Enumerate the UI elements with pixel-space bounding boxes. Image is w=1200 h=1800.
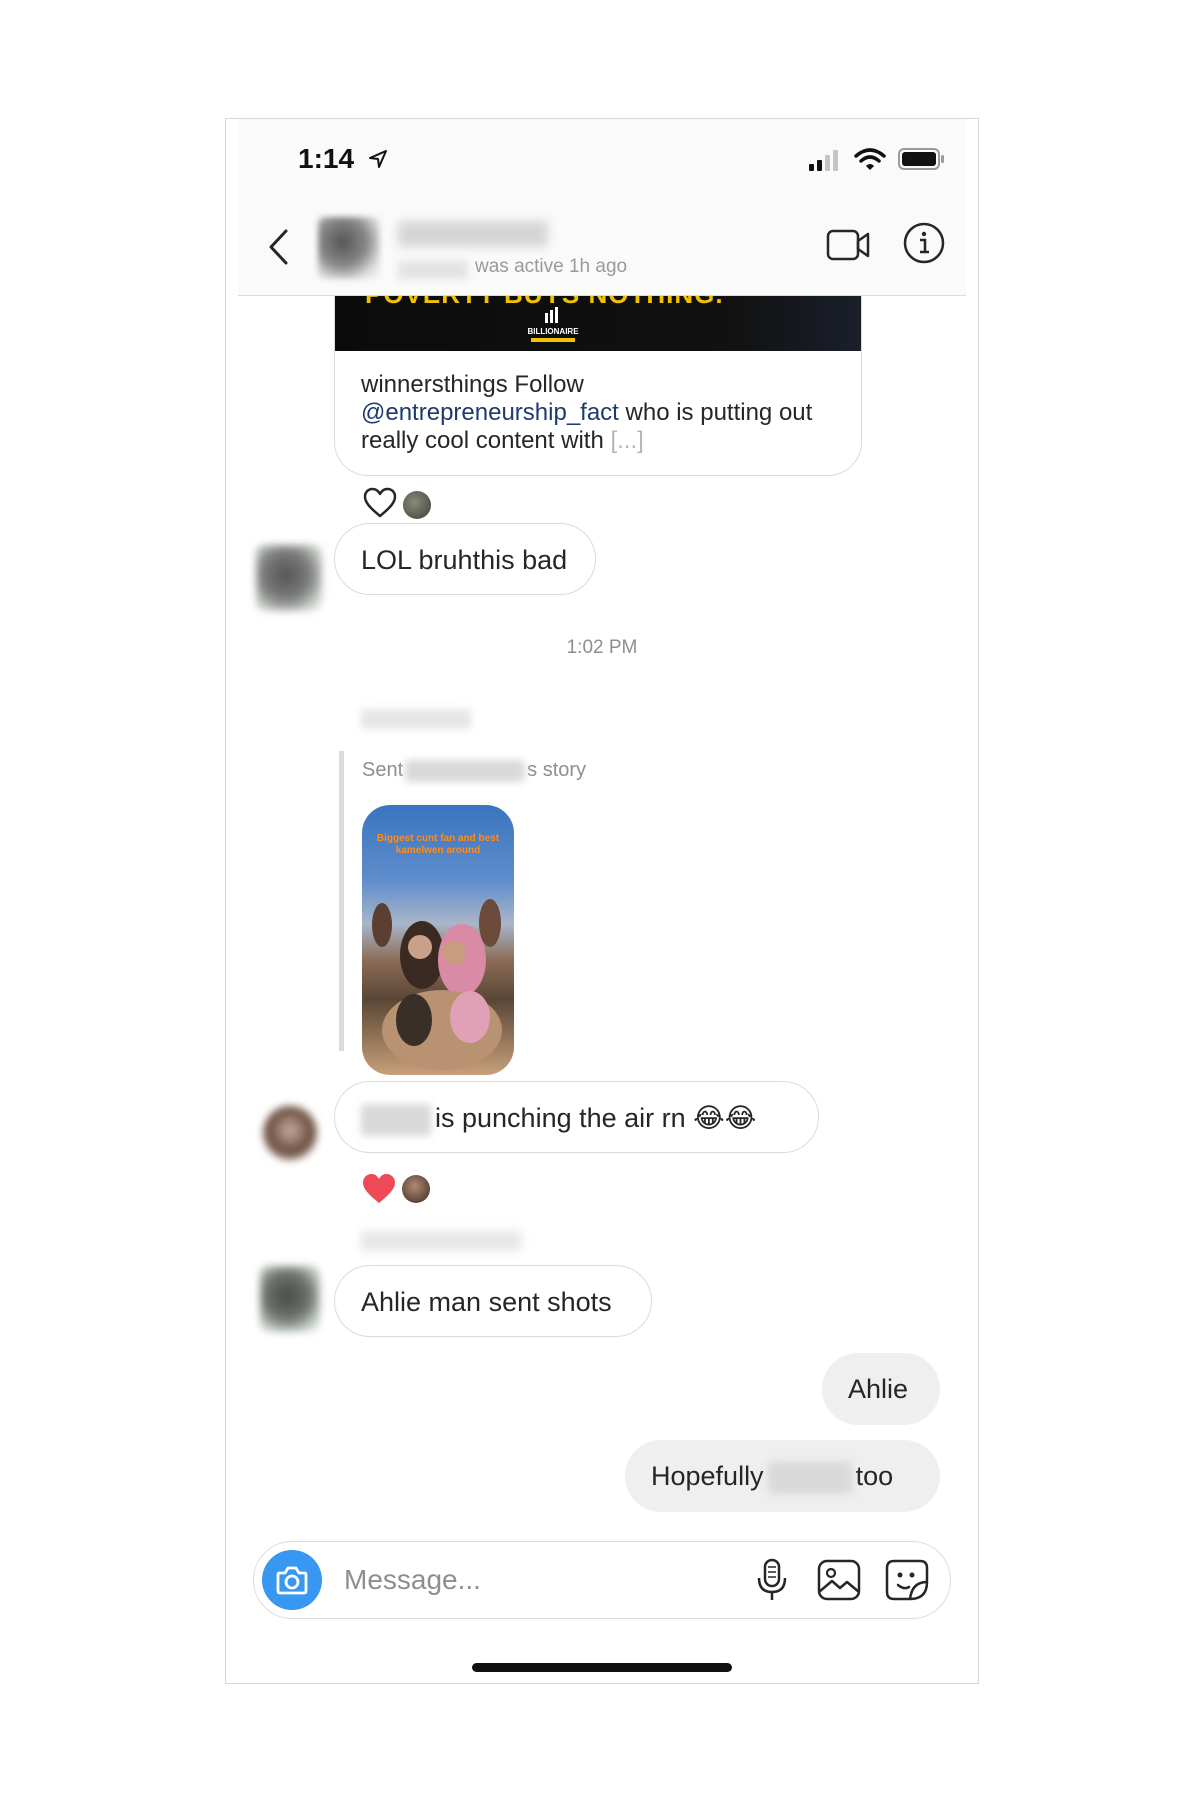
- info-icon[interactable]: [902, 221, 946, 265]
- status-bar: 1:14: [238, 119, 966, 199]
- sender-username-redacted: [361, 1231, 521, 1251]
- contact-username-redacted: [398, 261, 468, 279]
- contact-name-redacted[interactable]: [398, 221, 548, 247]
- post-mention-link[interactable]: @entrepreneurship_fact: [361, 399, 619, 426]
- story-reply-label: Sent s story: [362, 759, 587, 782]
- post-caption: winnersthings Follow @entrepreneurship_f…: [361, 371, 813, 454]
- sender-username-redacted: [361, 709, 471, 729]
- video-camera-icon[interactable]: [826, 225, 870, 265]
- redacted-name: [767, 1461, 852, 1494]
- phone-screen: 1:14 was active 1h ago BILLIONAIRE winne…: [225, 118, 979, 1684]
- post-more-ellipsis[interactable]: [...]: [610, 427, 643, 454]
- message-bubble-incoming[interactable]: Ahlie man sent shots: [334, 1265, 652, 1337]
- heart-outline-icon[interactable]: [363, 487, 397, 519]
- sticker-icon[interactable]: [884, 1558, 930, 1602]
- camera-icon: [276, 1566, 308, 1595]
- home-indicator[interactable]: [472, 1663, 732, 1672]
- story-thumbnail[interactable]: Biggest cunt fan and best kamelwen aroun…: [362, 805, 514, 1075]
- active-status: was active 1h ago: [475, 256, 628, 277]
- message-composer: [253, 1541, 951, 1619]
- cellular-signal-icon: [809, 150, 838, 171]
- status-time: 1:14: [298, 143, 355, 174]
- contact-avatar[interactable]: [318, 217, 380, 279]
- battery-icon: [898, 148, 944, 170]
- back-chevron-icon[interactable]: [266, 227, 290, 267]
- redacted-name: [361, 1103, 431, 1136]
- chat-header: was active 1h ago: [238, 199, 966, 296]
- sender-avatar[interactable]: [263, 1106, 317, 1160]
- location-arrow-icon: [369, 150, 387, 168]
- message-bubble-incoming[interactable]: is punching the air rn 😂😂: [334, 1081, 819, 1153]
- camera-button[interactable]: [262, 1550, 322, 1610]
- sender-avatar[interactable]: [260, 1266, 320, 1332]
- story-photo-crowd: [372, 899, 502, 1070]
- wifi-icon: [854, 148, 886, 170]
- reaction-avatar[interactable]: [402, 1175, 430, 1203]
- heart-filled-icon[interactable]: [362, 1173, 396, 1205]
- sender-avatar[interactable]: [256, 545, 322, 611]
- message-bubble-incoming[interactable]: LOL bruhthis bad: [334, 523, 596, 595]
- reply-quote-rule: [339, 751, 344, 1051]
- message-input[interactable]: [342, 1556, 666, 1604]
- gallery-icon[interactable]: [816, 1558, 862, 1602]
- message-timestamp: 1:02 PM: [566, 637, 638, 658]
- message-bubble-outgoing[interactable]: Ahlie: [822, 1353, 940, 1425]
- message-bubble-outgoing[interactable]: Hopefully too: [625, 1440, 940, 1512]
- post-account[interactable]: winnersthings: [361, 371, 508, 398]
- shared-post-card[interactable]: POVERTY BUYS NOTHING. BILLIONAIRE winner…: [334, 295, 862, 476]
- shared-post-image[interactable]: POVERTY BUYS NOTHING. BILLIONAIRE: [335, 295, 861, 351]
- billionaire-logo: BILLIONAIRE: [527, 307, 579, 342]
- logo-text: BILLIONAIRE: [527, 327, 579, 336]
- microphone-icon[interactable]: [752, 1558, 792, 1602]
- reaction-avatar[interactable]: [403, 491, 431, 519]
